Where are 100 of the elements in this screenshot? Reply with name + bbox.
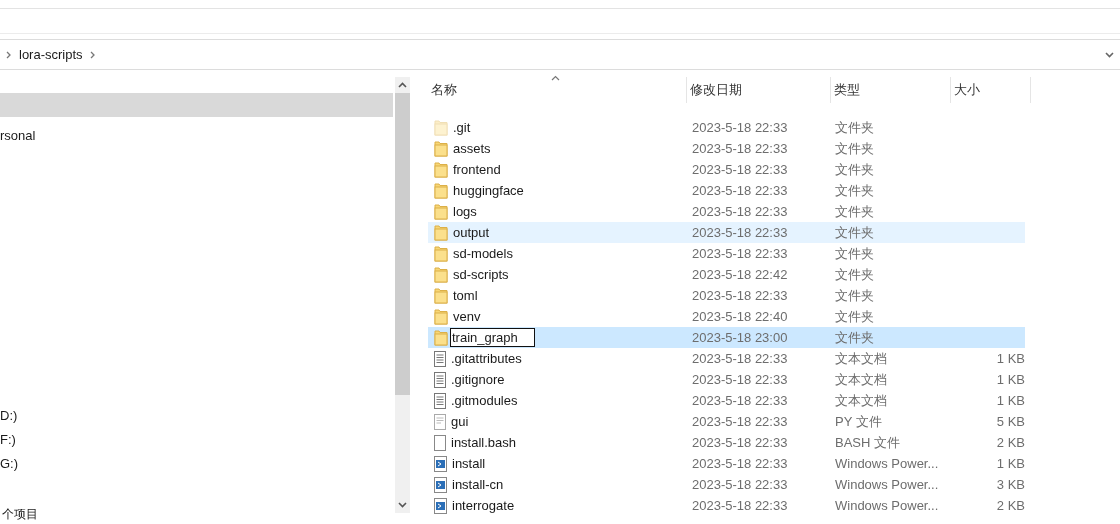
file-size: 3 KB bbox=[996, 477, 1025, 492]
folder-icon bbox=[434, 287, 448, 304]
file-type: PY 文件 bbox=[834, 412, 883, 431]
file-row[interactable]: sd-scripts 2023-5-18 22:42 文件夹 bbox=[428, 264, 1025, 285]
file-row[interactable]: .gitattributes 2023-5-18 22:33 文本文档 1 KB bbox=[428, 348, 1025, 369]
file-row[interactable]: assets 2023-5-18 22:33 文件夹 bbox=[428, 138, 1025, 159]
column-header[interactable]: 名称 bbox=[428, 77, 687, 103]
file-name: output bbox=[453, 225, 490, 240]
file-row[interactable]: gui 2023-5-18 22:33 PY 文件 5 KB bbox=[428, 411, 1025, 432]
file-name: install.bash bbox=[451, 435, 517, 450]
file-row[interactable]: toml 2023-5-18 22:33 文件夹 bbox=[428, 285, 1025, 306]
file-row[interactable]: output 2023-5-18 22:33 文件夹 bbox=[428, 222, 1025, 243]
folder-icon bbox=[434, 308, 448, 325]
folder-icon bbox=[434, 266, 448, 283]
file-name: .gitattributes bbox=[451, 351, 522, 366]
modified-date: 2023-5-18 22:40 bbox=[691, 309, 789, 324]
file-row[interactable]: install-cn 2023-5-18 22:33 Windows Power... 3 KB bbox=[428, 474, 1025, 495]
file-name: logs bbox=[453, 204, 477, 219]
modified-date: 2023-5-18 22:33 bbox=[691, 225, 789, 240]
script-file-icon bbox=[434, 476, 447, 493]
file-size: 5 KB bbox=[996, 414, 1025, 429]
file-row[interactable]: sd-models 2023-5-18 22:33 文件夹 bbox=[428, 243, 1025, 264]
column-header[interactable]: 类型 bbox=[831, 77, 951, 103]
item-count: 个项目 bbox=[2, 506, 38, 523]
sort-up-icon bbox=[551, 75, 560, 81]
script-file-icon bbox=[434, 497, 447, 514]
breadcrumb[interactable]: lora-scripts bbox=[19, 47, 83, 62]
file-row[interactable]: logs 2023-5-18 22:33 文件夹 bbox=[428, 201, 1025, 222]
file-row[interactable]: frontend 2023-5-18 22:33 文件夹 bbox=[428, 159, 1025, 180]
modified-date: 2023-5-18 22:33 bbox=[691, 372, 789, 387]
file-type: 文本文档 bbox=[834, 391, 888, 410]
text-document-icon bbox=[434, 392, 446, 409]
modified-date: 2023-5-18 22:33 bbox=[691, 414, 789, 429]
folder-icon bbox=[434, 182, 448, 199]
folder-icon bbox=[434, 119, 448, 136]
file-row[interactable]: interrogate 2023-5-18 22:33 Windows Power... 2 KB bbox=[428, 495, 1025, 516]
file-type: Windows Power... bbox=[834, 477, 940, 492]
modified-date: 2023-5-18 22:33 bbox=[691, 120, 789, 135]
modified-date: 2023-5-18 22:33 bbox=[691, 183, 789, 198]
folder-icon bbox=[434, 224, 448, 241]
file-row[interactable]: huggingface 2023-5-18 22:33 文件夹 bbox=[428, 180, 1025, 201]
text-document-icon bbox=[434, 371, 446, 388]
folder-icon bbox=[434, 140, 448, 157]
file-name: install bbox=[452, 456, 486, 471]
nav-item[interactable]: rsonal bbox=[0, 124, 393, 148]
scrollbar-thumb[interactable] bbox=[395, 93, 410, 395]
file-row[interactable]: .gitmodules 2023-5-18 22:33 文本文档 1 KB bbox=[428, 390, 1025, 411]
modified-date: 2023-5-18 22:33 bbox=[691, 288, 789, 303]
file-name: install-cn bbox=[452, 477, 504, 492]
modified-date: 2023-5-18 22:33 bbox=[691, 393, 789, 408]
file-name: frontend bbox=[453, 162, 501, 177]
chevron-right-icon[interactable] bbox=[89, 50, 96, 59]
file-type: 文件夹 bbox=[834, 265, 875, 284]
file-type: 文本文档 bbox=[834, 349, 888, 368]
text-document-icon bbox=[434, 350, 446, 367]
folder-icon bbox=[434, 161, 448, 178]
column-header[interactable]: 大小 bbox=[951, 77, 1031, 103]
nav-item[interactable]: F:) bbox=[0, 428, 393, 452]
file-type: 文件夹 bbox=[834, 286, 875, 305]
modified-date: 2023-5-18 22:33 bbox=[691, 456, 789, 471]
file-name: interrogate bbox=[452, 498, 515, 513]
modified-date: 2023-5-18 22:33 bbox=[691, 498, 789, 513]
scrollbar[interactable] bbox=[395, 77, 410, 513]
file-row[interactable]: venv 2023-5-18 22:40 文件夹 bbox=[428, 306, 1025, 327]
file-type: Windows Power... bbox=[834, 498, 940, 513]
rename-field[interactable]: train_graph bbox=[450, 328, 535, 347]
file-name: gui bbox=[451, 414, 469, 429]
modified-date: 2023-5-18 22:42 bbox=[691, 267, 789, 282]
file-size: 2 KB bbox=[996, 435, 1025, 450]
file-name: toml bbox=[453, 288, 478, 303]
file-type: 文件夹 bbox=[834, 139, 875, 158]
modified-date: 2023-5-18 22:33 bbox=[691, 204, 789, 219]
nav-item[interactable]: G:) bbox=[0, 452, 393, 476]
scroll-up-icon[interactable] bbox=[398, 82, 407, 88]
file-size: 1 KB bbox=[996, 351, 1025, 366]
blank-file-icon bbox=[434, 434, 446, 451]
modified-date: 2023-5-18 23:00 bbox=[691, 330, 789, 345]
file-size: 1 KB bbox=[996, 372, 1025, 387]
file-size: 1 KB bbox=[996, 456, 1025, 471]
chevron-right-icon[interactable] bbox=[6, 50, 12, 59]
file-name: .gitignore bbox=[451, 372, 505, 387]
file-name: huggingface bbox=[453, 183, 524, 198]
folder-icon bbox=[434, 329, 448, 346]
modified-date: 2023-5-18 22:33 bbox=[691, 477, 789, 492]
file-row[interactable]: .git 2023-5-18 22:33 文件夹 bbox=[428, 117, 1025, 138]
nav-item[interactable]: D:) bbox=[0, 404, 393, 428]
file-row[interactable]: install 2023-5-18 22:33 Windows Power... 1 KB bbox=[428, 453, 1025, 474]
column-header[interactable]: 修改日期 bbox=[687, 77, 831, 103]
file-row[interactable]: train_graph 2023-5-18 23:00 文件夹 bbox=[428, 327, 1025, 348]
file-row[interactable]: .gitignore 2023-5-18 22:33 文本文档 1 KB bbox=[428, 369, 1025, 390]
modified-date: 2023-5-18 22:33 bbox=[691, 141, 789, 156]
document-icon bbox=[434, 413, 446, 430]
file-name: assets bbox=[453, 141, 491, 156]
file-row[interactable]: install.bash 2023-5-18 22:33 BASH 文件 2 KB bbox=[428, 432, 1025, 453]
dropdown-icon[interactable] bbox=[1105, 51, 1114, 58]
file-size: 2 KB bbox=[996, 498, 1025, 513]
scroll-down-icon[interactable] bbox=[398, 502, 407, 508]
file-type: 文件夹 bbox=[834, 181, 875, 200]
folder-icon bbox=[434, 203, 448, 220]
modified-date: 2023-5-18 22:33 bbox=[691, 435, 789, 450]
